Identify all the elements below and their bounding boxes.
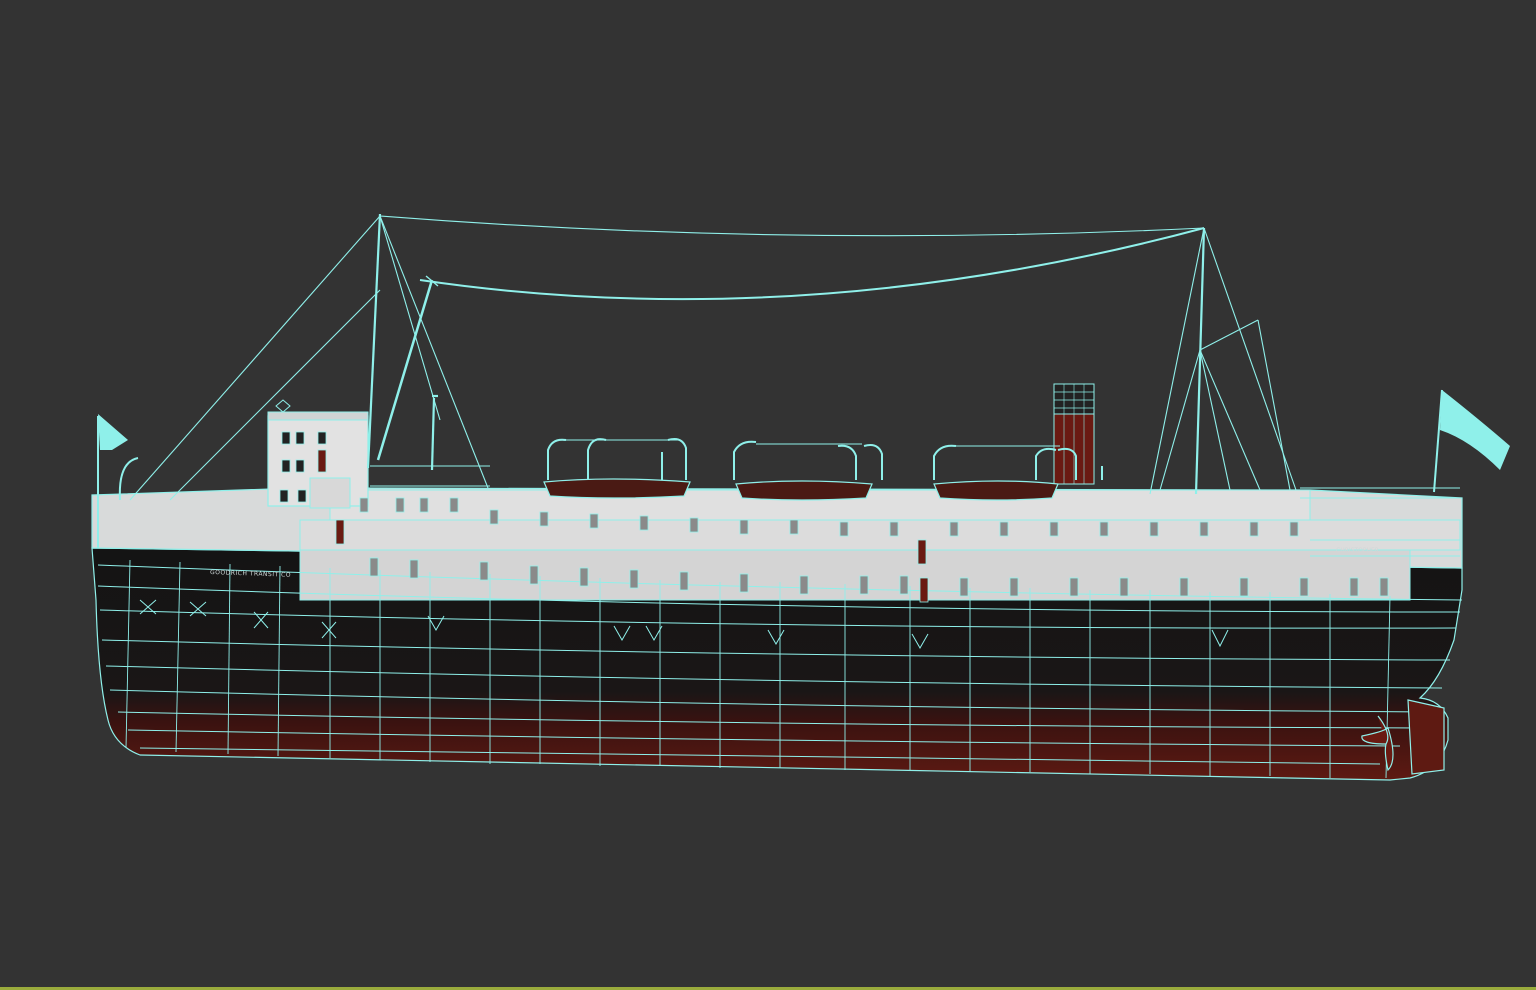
lifeboats	[543, 478, 1059, 501]
ship-wireframe-model: GOODRICH TRANSIT CO CHRISTOPHER	[91, 213, 1510, 781]
superstructure	[267, 399, 1461, 601]
funnel	[1053, 383, 1095, 485]
stern-lettering: CHRISTOPHER	[1336, 547, 1379, 554]
davits	[547, 438, 1103, 480]
3d-viewport[interactable]: GOODRICH TRANSIT CO CHRISTOPHER	[0, 0, 1536, 990]
cargo-boom	[376, 275, 439, 461]
